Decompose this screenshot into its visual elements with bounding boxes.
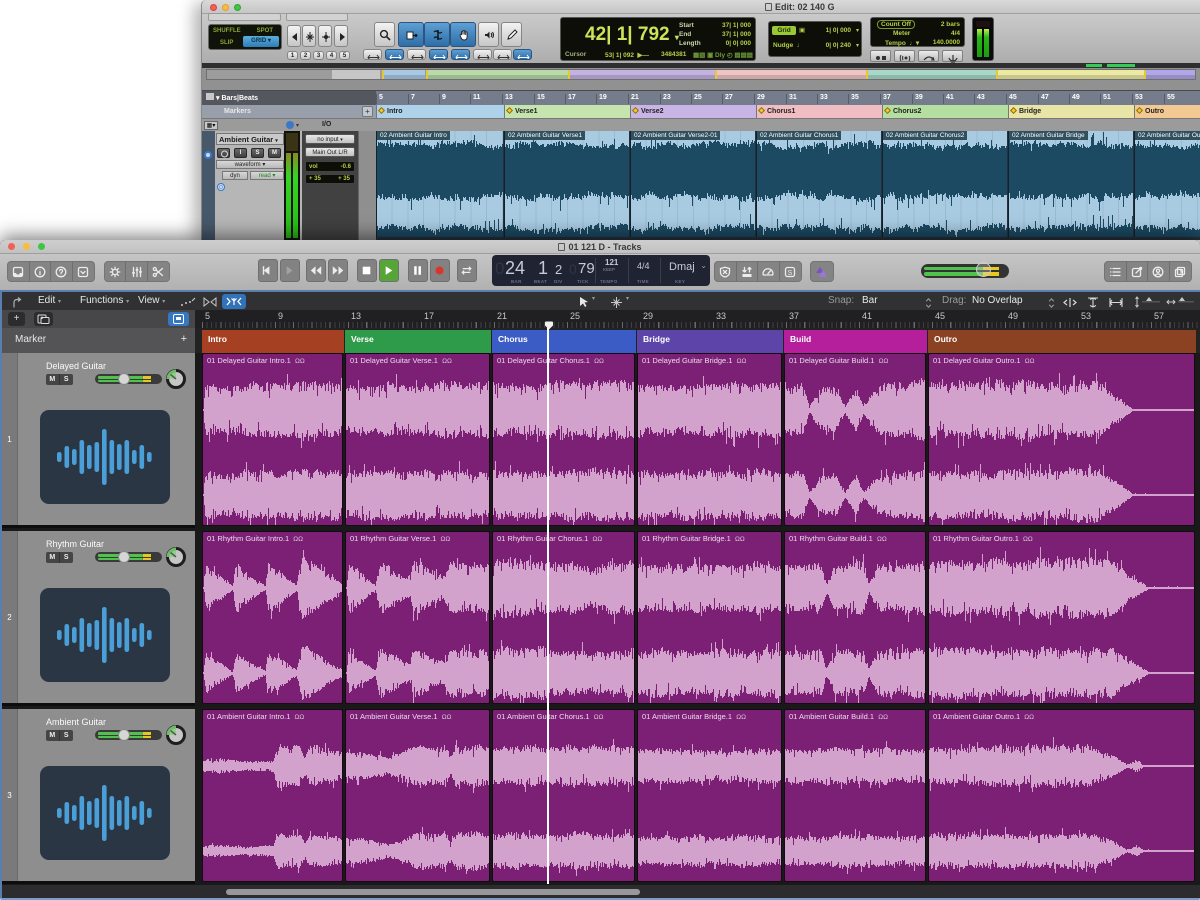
svg-text:S: S	[788, 269, 793, 276]
